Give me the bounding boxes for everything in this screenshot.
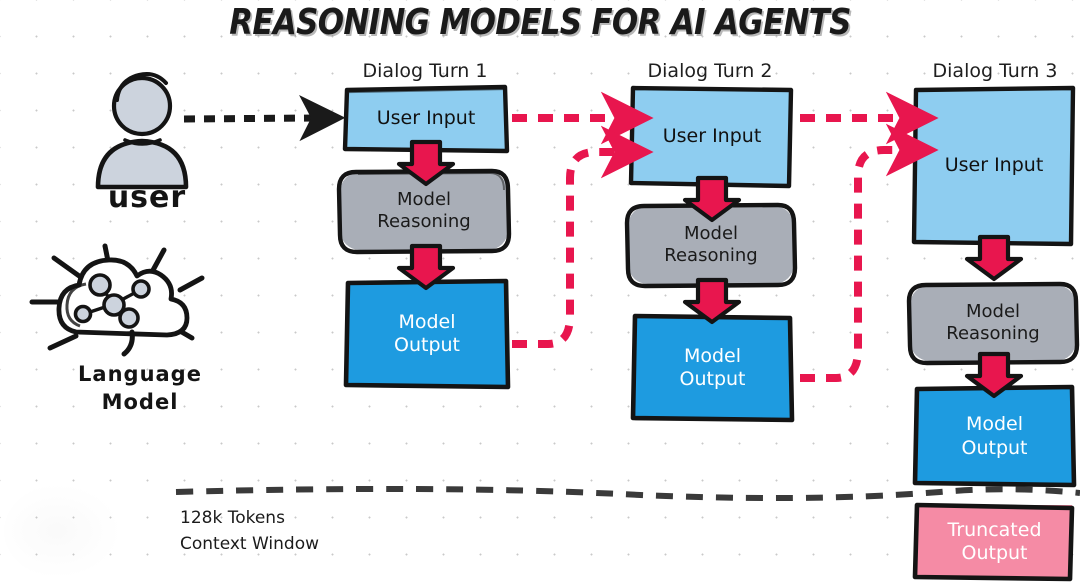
turn1-model-output-line2: Output [394, 334, 460, 356]
turn1-user-input-label: User Input [376, 107, 476, 130]
turn3-model-reasoning-line1: Model [965, 301, 1021, 323]
turn2-model-output-line1: Model [683, 344, 742, 367]
turn3-truncated-output-line2: Output [961, 542, 1028, 564]
turn1-model-reasoning-line2: Reasoning [377, 211, 471, 232]
cloud-network-icon [29, 240, 242, 360]
turn1-model-reasoning-line1: Model [396, 189, 452, 211]
context-window-boundary [175, 485, 1080, 502]
context-window-line1: 128k Tokens [180, 508, 285, 528]
turn3-model-output-box[interactable]: Model Output [912, 384, 1077, 488]
turn2-model-reasoning-line1: Model [683, 223, 739, 245]
turn1-arrow-input-to-reasoning [396, 139, 456, 187]
turn3-truncated-output-line1: Truncated [947, 518, 1042, 541]
watermark [4, 483, 122, 579]
turn3-user-input-box[interactable]: User Input [911, 85, 1076, 247]
link-output2-to-input3 [800, 123, 939, 382]
page-title: REASONING MODELS FOR AI AGENTS [229, 2, 851, 43]
turn2-model-output-box[interactable]: Model Output [630, 313, 795, 423]
turn3-model-reasoning-line2: Reasoning [946, 323, 1040, 344]
turn-label-3: Dialog Turn 3 [932, 60, 1058, 82]
turn3-model-output-line1: Model [965, 413, 1024, 436]
turn3-arrow-input-to-reasoning [964, 234, 1024, 282]
turn3-arrow-reasoning-to-output [964, 351, 1024, 399]
person-icon [85, 72, 210, 192]
turn3-model-reasoning-box[interactable]: Model Reasoning [906, 281, 1080, 366]
turn2-arrow-reasoning-to-output [682, 277, 742, 325]
turn2-model-output-line2: Output [679, 368, 746, 390]
turn3-model-output-line2: Output [961, 436, 1028, 459]
turn-label-2: Dialog Turn 2 [647, 60, 773, 82]
context-window-line2: Context Window [180, 534, 320, 554]
turn-label-1: Dialog Turn 1 [362, 60, 488, 82]
turn1-model-output-line1: Model [398, 310, 456, 333]
turn2-user-input-box[interactable]: User Input [628, 85, 794, 189]
turn1-model-output-box[interactable]: Model Output [343, 278, 511, 390]
turn2-arrow-input-to-reasoning [682, 175, 742, 223]
turn2-model-reasoning-line2: Reasoning [664, 245, 758, 266]
link-output1-to-input2 [512, 125, 654, 348]
diagram-canvas: REASONING MODELS FOR AI AGENTS user Lang… [0, 0, 1080, 585]
language-model-caption-line1: Language [78, 362, 202, 386]
turn2-user-input-label: User Input [662, 124, 762, 147]
turn3-truncated-output-box[interactable]: Truncated Output [912, 502, 1075, 582]
language-model-caption-line2: Model [101, 390, 179, 414]
turn3-user-input-label: User Input [944, 154, 1044, 177]
turn1-arrow-reasoning-to-output [396, 243, 456, 291]
